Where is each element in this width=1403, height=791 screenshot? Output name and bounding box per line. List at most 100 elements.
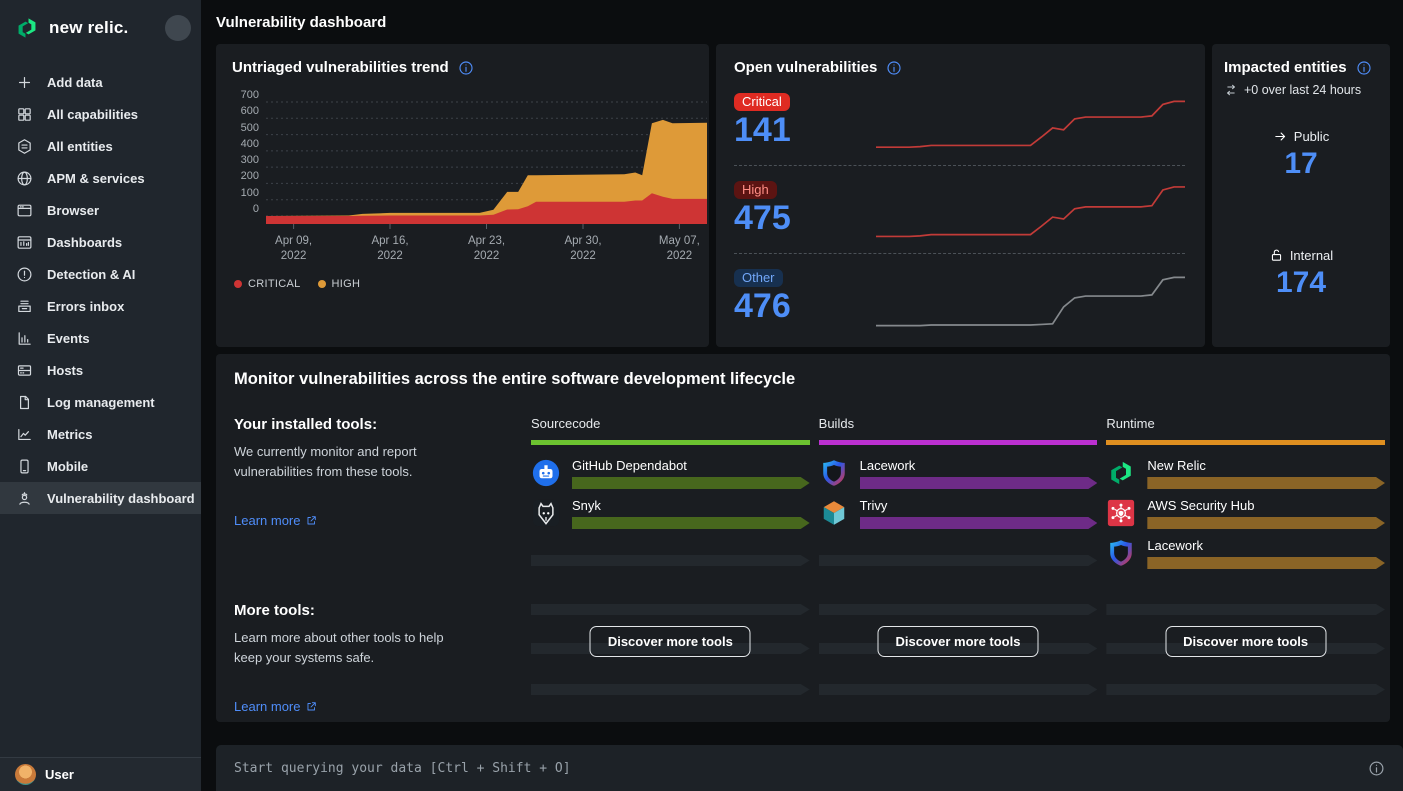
tool-row-lacework[interactable]: Lacework (1106, 538, 1385, 568)
sidebar-item-label: Browser (47, 203, 99, 218)
user-avatar (15, 764, 36, 785)
tool-name: Lacework (860, 458, 1098, 473)
sparkline-high (876, 175, 1185, 245)
sidebar-item-label: All entities (47, 139, 113, 154)
open-vuln-count-high: 475 (734, 200, 862, 237)
info-icon[interactable] (1356, 60, 1372, 76)
dependabot-logo-icon (531, 458, 561, 488)
tool-placeholder (531, 538, 810, 568)
placeholder-bar (531, 604, 810, 615)
entities-icon (16, 138, 33, 155)
legend-item-critical[interactable]: CRITICAL (234, 278, 301, 290)
snyk-logo-icon (531, 498, 561, 528)
tool-bar (860, 517, 1098, 529)
query-bar[interactable]: Start querying your data [Ctrl + Shift +… (216, 745, 1403, 791)
query-placeholder: Start querying your data [Ctrl + Shift +… (234, 761, 571, 776)
bar-chart-icon (16, 330, 33, 347)
sidebar-item-label: Mobile (47, 459, 88, 474)
column-accent-bar (819, 440, 1098, 445)
user-menu[interactable]: User (0, 757, 201, 791)
sparkline-other (876, 263, 1185, 333)
severity-badge-other: Other (734, 269, 783, 287)
sidebar-item-label: All capabilities (47, 107, 138, 122)
discover-more-tools-button[interactable]: Discover more tools (1165, 626, 1326, 657)
sidebar: new relic. Add data All capabilities All e… (0, 0, 201, 791)
trend-chart-svg (266, 96, 707, 232)
tool-row-snyk[interactable]: Snyk (531, 498, 810, 528)
trend-panel-title: Untriaged vulnerabilities trend (232, 59, 449, 76)
impacted-entities-panel: Impacted entities +0 over last 24 hours … (1212, 44, 1390, 347)
alert-circle-icon (16, 266, 33, 283)
tool-name: AWS Security Hub (1147, 498, 1385, 513)
more-learn-more-link[interactable]: Learn more (234, 699, 318, 714)
monitor-title: Monitor vulnerabilities across the entir… (234, 370, 1385, 389)
query-info-icon[interactable] (1368, 760, 1385, 777)
page-title: Vulnerability dashboard (216, 14, 1403, 31)
sidebar-item-label: Errors inbox (47, 299, 124, 314)
open-vuln-count-other: 476 (734, 288, 862, 325)
severity-badge-critical: Critical (734, 93, 790, 111)
sidebar-item-detection-ai[interactable]: Detection & AI (0, 258, 201, 290)
account-avatar[interactable] (165, 15, 191, 41)
phone-icon (16, 458, 33, 475)
open-vulns-rows: Critical141High475Other476 (734, 78, 1185, 341)
lock-open-icon (1269, 248, 1284, 263)
tool-row-github-dependabot[interactable]: GitHub Dependabot (531, 458, 810, 488)
tool-name: Lacework (1147, 538, 1385, 553)
y-tick-label: 200 (241, 170, 259, 182)
sidebar-item-all-capabilities[interactable]: All capabilities (0, 98, 201, 130)
user-label: User (45, 767, 74, 782)
sidebar-item-label: Events (47, 331, 90, 346)
installed-tools-description: We currently monitor and report vulnerab… (234, 442, 522, 481)
tool-row-new-relic[interactable]: New Relic (1106, 458, 1385, 488)
tool-bar (860, 477, 1098, 489)
dashboard-icon (16, 234, 33, 251)
tool-bar (1147, 477, 1385, 489)
lacework-logo-icon (819, 458, 849, 488)
x-tick-label: Apr 30,2022 (564, 234, 601, 264)
trend-y-axis: 0100200300400500600700 (232, 96, 262, 232)
tool-row-lacework[interactable]: Lacework (819, 458, 1098, 488)
sidebar-item-browser[interactable]: Browser (0, 194, 201, 226)
sidebar-item-add-data[interactable]: Add data (0, 66, 201, 98)
tool-placeholder (819, 538, 1098, 568)
info-icon[interactable] (458, 60, 474, 76)
sidebar-item-all-entities[interactable]: All entities (0, 130, 201, 162)
swap-arrows-icon (1224, 83, 1238, 97)
discover-more-tools-button[interactable]: Discover more tools (877, 626, 1038, 657)
info-icon[interactable] (886, 60, 902, 76)
tool-row-trivy[interactable]: Trivy (819, 498, 1098, 528)
trend-legend: CRITICAL HIGH (234, 278, 693, 290)
discover-more-tools-button[interactable]: Discover more tools (590, 626, 751, 657)
sidebar-item-events[interactable]: Events (0, 322, 201, 354)
column-label-sourcecode: Sourcecode (531, 416, 810, 431)
x-tick-label: Apr 09,2022 (275, 234, 312, 264)
placeholder-bar (819, 684, 1098, 695)
sidebar-header: new relic. (0, 0, 201, 56)
placeholder-bar (531, 684, 810, 695)
placeholder-bar (1106, 604, 1385, 615)
sidebar-item-hosts[interactable]: Hosts (0, 354, 201, 386)
top-row: Untriaged vulnerabilities trend 01002003… (216, 44, 1390, 347)
x-tick-label: Apr 23,2022 (468, 234, 505, 264)
placeholder-bar (819, 604, 1098, 615)
sidebar-item-apm-services[interactable]: APM & services (0, 162, 201, 194)
more-tools-column: Discover more tools (819, 602, 1098, 702)
plus-icon (16, 74, 33, 91)
sidebar-item-mobile[interactable]: Mobile (0, 450, 201, 482)
more-tools-description: Learn more about other tools to help kee… (234, 628, 522, 667)
sidebar-item-errors-inbox[interactable]: Errors inbox (0, 290, 201, 322)
installed-learn-more-link[interactable]: Learn more (234, 513, 318, 528)
untriaged-trend-panel: Untriaged vulnerabilities trend 01002003… (216, 44, 709, 347)
sidebar-item-vulnerability-dashboard[interactable]: Vulnerability dashboard (0, 482, 201, 514)
y-tick-label: 100 (241, 187, 259, 199)
legend-item-high[interactable]: HIGH (318, 278, 361, 290)
sidebar-item-log-management[interactable]: Log management (0, 386, 201, 418)
sidebar-item-dashboards[interactable]: Dashboards (0, 226, 201, 258)
inbox-icon (16, 298, 33, 315)
y-tick-label: 600 (241, 105, 259, 117)
internal-value: 174 (1224, 266, 1378, 300)
sparkline-critical (876, 87, 1185, 157)
tool-row-aws-security-hub[interactable]: AWS Security Hub (1106, 498, 1385, 528)
sidebar-item-metrics[interactable]: Metrics (0, 418, 201, 450)
